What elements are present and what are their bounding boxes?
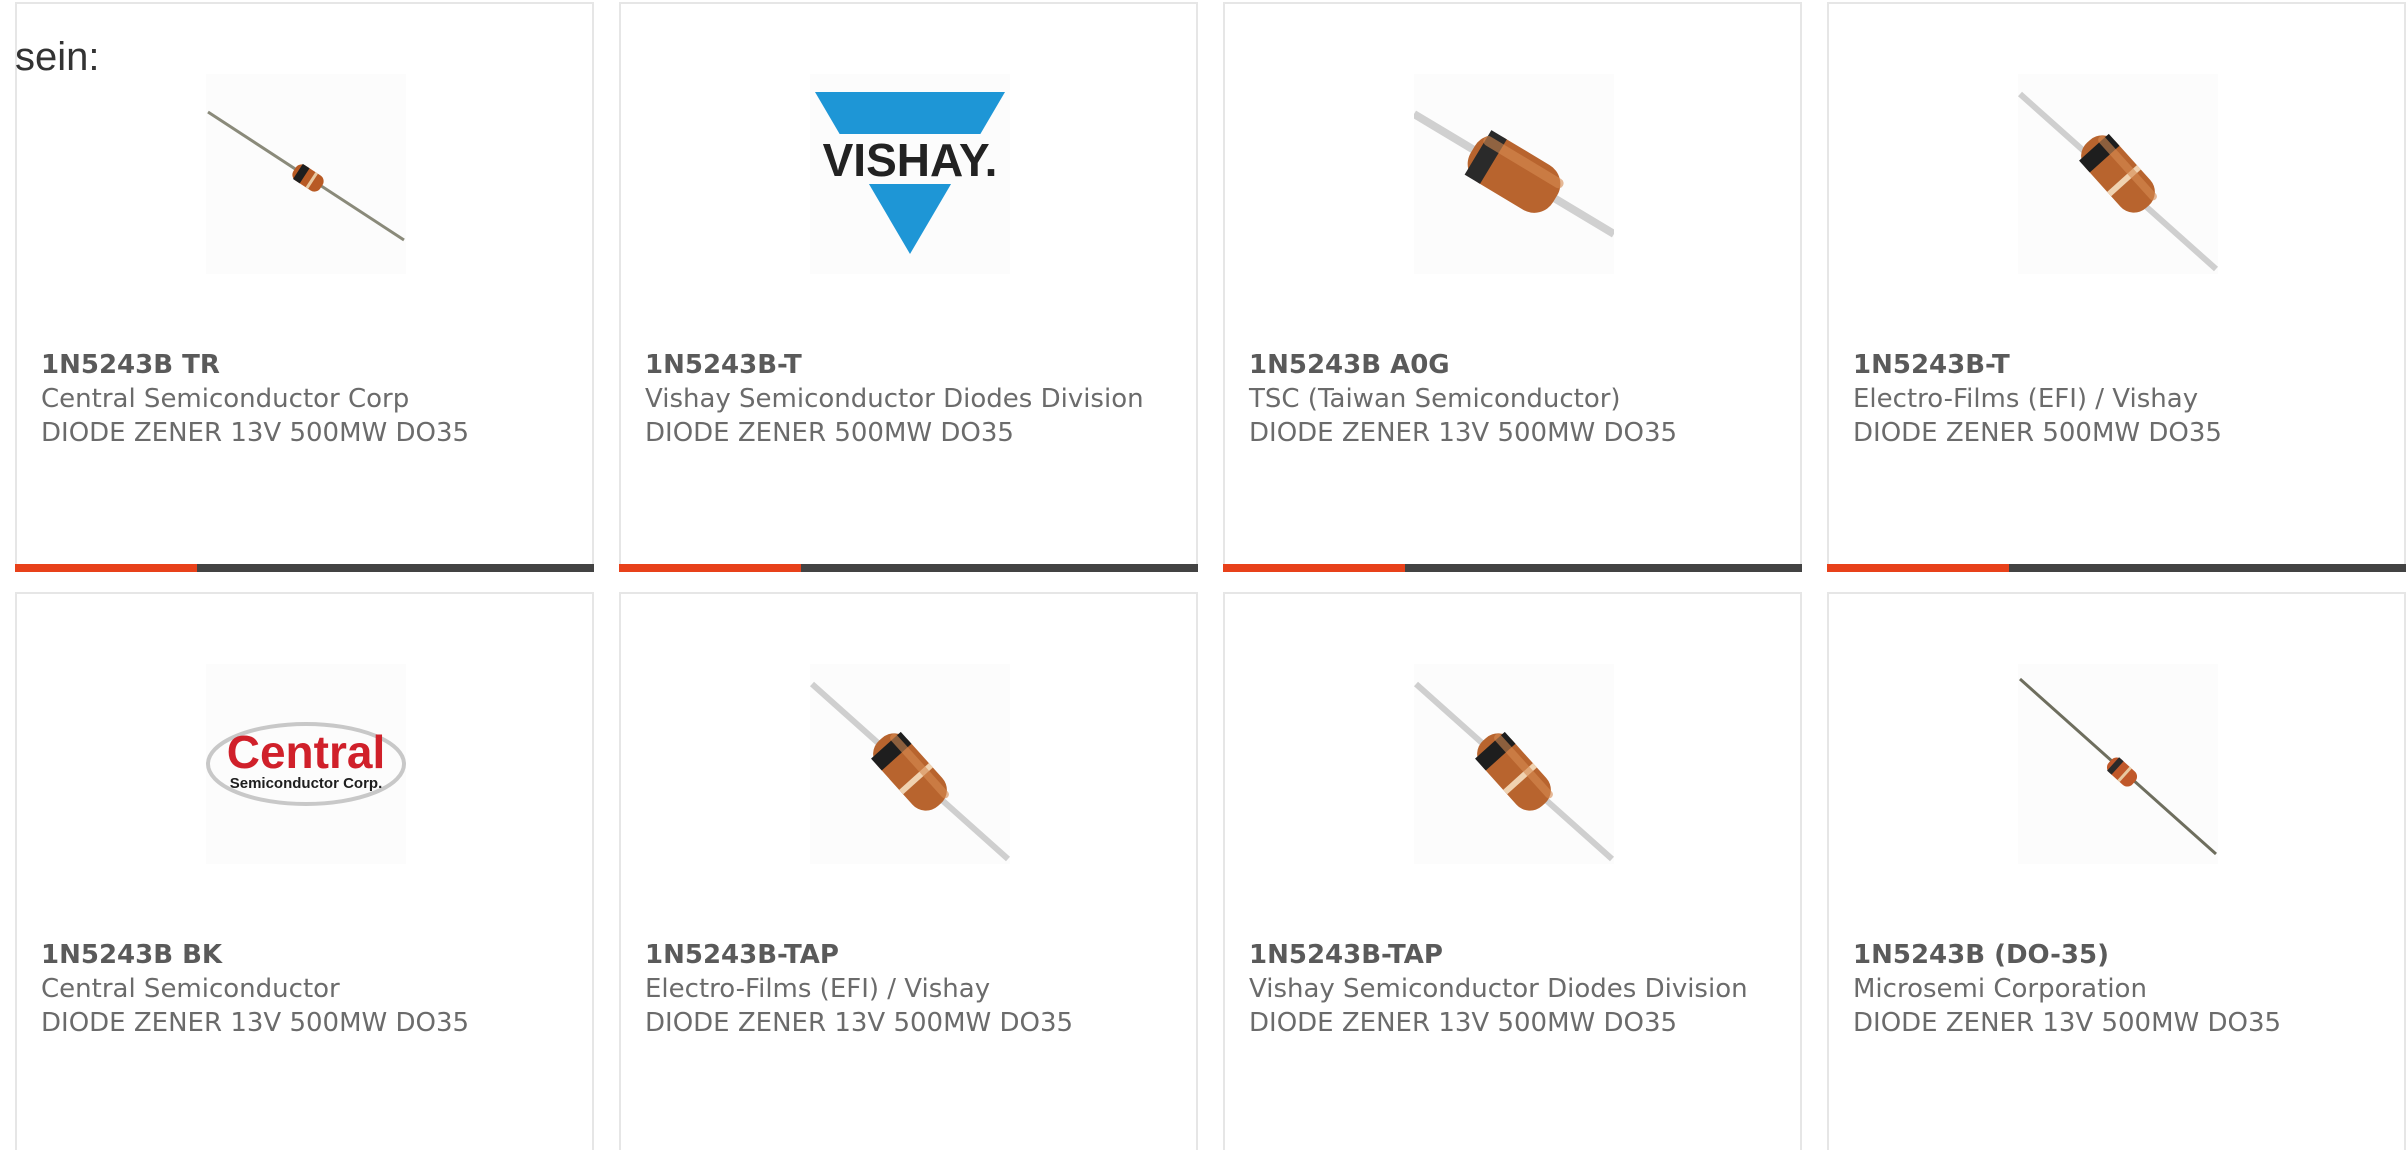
- description: DIODE ZENER 13V 500MW DO35: [1249, 1008, 1678, 1038]
- manufacturer: Microsemi Corporation: [1853, 974, 2147, 1004]
- card-bottom-bar: [619, 564, 1198, 572]
- product-grid: 1N5243B TR Central Semiconductor Corp DI…: [15, 2, 2406, 1150]
- product-info: 1N5243B (DO-35) Microsemi Corporation DI…: [1853, 938, 2380, 1040]
- axial-diode-large-icon: [1414, 110, 1614, 238]
- central-logo-subtext: Semiconductor Corp.: [230, 775, 383, 792]
- part-number[interactable]: 1N5243B A0G: [1249, 348, 1776, 382]
- product-card[interactable]: VISHAY. 1N5243B-T Vishay Semiconductor D…: [619, 2, 1198, 572]
- description: DIODE ZENER 500MW DO35: [1853, 418, 2222, 448]
- vishay-logo: VISHAY.: [810, 92, 1010, 254]
- product-info: 1N5243B-TAP Vishay Semiconductor Diodes …: [1249, 938, 1776, 1040]
- description: DIODE ZENER 13V 500MW DO35: [645, 1008, 1074, 1038]
- product-image[interactable]: VISHAY.: [810, 74, 1010, 274]
- part-number[interactable]: 1N5243B-T: [645, 348, 1172, 382]
- central-semiconductor-logo: Central Semiconductor Corp.: [206, 722, 406, 806]
- product-card[interactable]: 1N5243B-T Electro-Films (EFI) / Vishay D…: [1827, 2, 2406, 572]
- product-info: 1N5243B-T Vishay Semiconductor Diodes Di…: [645, 348, 1172, 450]
- part-number[interactable]: 1N5243B-T: [1853, 348, 2380, 382]
- vishay-logo-text: VISHAY.: [823, 134, 998, 186]
- manufacturer: Electro-Films (EFI) / Vishay: [1853, 384, 2199, 414]
- product-info: 1N5243B A0G TSC (Taiwan Semiconductor) D…: [1249, 348, 1776, 450]
- card-accent-bar: [15, 564, 197, 572]
- product-info: 1N5243B BK Central Semiconductor DIODE Z…: [41, 938, 568, 1040]
- intro-text: sein:: [15, 35, 100, 79]
- product-image[interactable]: [1414, 664, 1614, 864]
- description: DIODE ZENER 13V 500MW DO35: [41, 418, 470, 448]
- axial-diode-icon: [2018, 91, 2218, 272]
- product-info: 1N5243B-T Electro-Films (EFI) / Vishay D…: [1853, 348, 2380, 450]
- card-bottom-bar: [15, 564, 594, 572]
- manufacturer: TSC (Taiwan Semiconductor): [1249, 384, 1621, 414]
- card-bottom-bar: [1223, 564, 1802, 572]
- product-image[interactable]: [2018, 664, 2218, 864]
- product-info: 1N5243B TR Central Semiconductor Corp DI…: [41, 348, 568, 450]
- product-image[interactable]: [810, 664, 1010, 864]
- central-logo-text: Central: [227, 726, 385, 778]
- description: DIODE ZENER 500MW DO35: [645, 418, 1014, 448]
- product-card[interactable]: 1N5243B TR Central Semiconductor Corp DI…: [15, 2, 594, 572]
- product-card[interactable]: Central Semiconductor Corp. 1N5243B BK C…: [15, 592, 594, 1150]
- card-accent-bar: [1223, 564, 1405, 572]
- product-image[interactable]: [2018, 74, 2218, 274]
- description: DIODE ZENER 13V 500MW DO35: [41, 1008, 470, 1038]
- product-card[interactable]: 1N5243B (DO-35) Microsemi Corporation DI…: [1827, 592, 2406, 1150]
- card-accent-bar: [1827, 564, 2009, 572]
- product-image[interactable]: [1414, 74, 1614, 274]
- part-number[interactable]: 1N5243B-TAP: [1249, 938, 1776, 972]
- axial-diode-thin-icon: [207, 110, 405, 242]
- card-bottom-bar: [1827, 564, 2406, 572]
- manufacturer: Central Semiconductor: [41, 974, 340, 1004]
- manufacturer: Central Semiconductor Corp: [41, 384, 410, 414]
- description: DIODE ZENER 13V 500MW DO35: [1853, 1008, 2282, 1038]
- axial-diode-icon: [810, 681, 1010, 862]
- manufacturer: Vishay Semiconductor Diodes Division: [1249, 974, 1748, 1004]
- product-card[interactable]: 1N5243B A0G TSC (Taiwan Semiconductor) D…: [1223, 2, 1802, 572]
- manufacturer: Vishay Semiconductor Diodes Division: [645, 384, 1144, 414]
- axial-diode-thin-icon: [2019, 677, 2217, 856]
- product-results-page: sein: 1N5243B TR Central Semiconductor C…: [0, 0, 2408, 1150]
- product-card[interactable]: 1N5243B-TAP Vishay Semiconductor Diodes …: [1223, 592, 1802, 1150]
- product-image[interactable]: Central Semiconductor Corp.: [206, 664, 406, 864]
- product-info: 1N5243B-TAP Electro-Films (EFI) / Vishay…: [645, 938, 1172, 1040]
- part-number[interactable]: 1N5243B-TAP: [645, 938, 1172, 972]
- part-number[interactable]: 1N5243B BK: [41, 938, 568, 972]
- product-image[interactable]: [206, 74, 406, 274]
- axial-diode-icon: [1414, 681, 1614, 862]
- card-accent-bar: [619, 564, 801, 572]
- product-card[interactable]: 1N5243B-TAP Electro-Films (EFI) / Vishay…: [619, 592, 1198, 1150]
- manufacturer: Electro-Films (EFI) / Vishay: [645, 974, 991, 1004]
- part-number[interactable]: 1N5243B TR: [41, 348, 568, 382]
- part-number[interactable]: 1N5243B (DO-35): [1853, 938, 2380, 972]
- description: DIODE ZENER 13V 500MW DO35: [1249, 418, 1678, 448]
